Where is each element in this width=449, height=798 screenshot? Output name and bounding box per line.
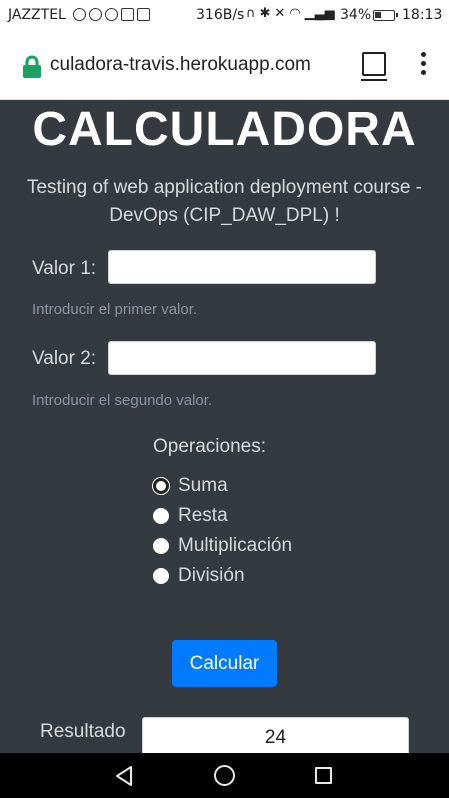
valor2-help: Introducir el segundo valor. [32, 392, 213, 409]
radio-suma[interactable]: Suma [153, 475, 228, 497]
wifi-icon: ◠ [289, 6, 301, 21]
battery-icon [373, 10, 398, 21]
radio-multiplicacion[interactable]: Multiplicación [153, 535, 292, 557]
radio-division[interactable]: División [153, 565, 245, 587]
system-icons: ∩ ✱ ✕ ◠ ▁▃▅ [246, 6, 335, 21]
valor1-help: Introducir el primer valor. [32, 301, 198, 318]
home-icon[interactable] [214, 765, 235, 786]
url-field[interactable]: culadora-travis.herokuapp.com [50, 54, 330, 76]
radio-label: Suma [178, 475, 228, 496]
page-title: CALCULADORA [32, 103, 417, 156]
radio-resta[interactable]: Resta [153, 505, 228, 527]
valor2-input[interactable] [108, 341, 376, 375]
gallery-icon [137, 8, 150, 21]
back-icon[interactable] [113, 765, 135, 787]
tabs-button[interactable] [361, 52, 387, 81]
battery-percentage: 34% [340, 7, 372, 23]
page-content: CALCULADORA Testing of web application d… [0, 100, 449, 753]
valor1-input[interactable] [108, 250, 376, 284]
result-field[interactable]: 24 [142, 717, 409, 753]
valor1-label: Valor 1: [32, 258, 97, 279]
radio-button[interactable] [153, 478, 169, 494]
facebook-icon [105, 8, 118, 21]
signal-icon: ▁▃▅ [304, 6, 335, 21]
menu-more-icon[interactable] [415, 52, 431, 80]
radio-button[interactable] [153, 508, 169, 524]
mute-icon: ✕ [274, 6, 286, 21]
notification-icons [73, 8, 150, 21]
headset-icon: ∩ [246, 6, 256, 21]
carrier-name: JAZZTEL [8, 7, 66, 23]
calcular-button[interactable]: Calcular [172, 640, 277, 687]
radio-label: Multiplicación [178, 535, 293, 556]
clock: 18:13 [402, 7, 443, 23]
fm-radio-icon [73, 8, 86, 21]
lock-icon[interactable] [22, 55, 42, 79]
radio-label: Resta [178, 505, 228, 526]
status-bar: JAZZTEL 316B/s ∩ ✱ ✕ ◠ ▁▃▅ 34% 18:13 [0, 0, 449, 32]
page-subtitle: Testing of web application deployment co… [26, 177, 422, 226]
radio-button[interactable] [153, 568, 169, 584]
radio-button[interactable] [153, 538, 169, 554]
result-label: Resultado [40, 721, 126, 742]
browser-address-bar: culadora-travis.herokuapp.com [0, 32, 449, 100]
mail-icon [121, 8, 134, 21]
recent-apps-icon[interactable] [315, 767, 332, 784]
android-nav-bar [0, 753, 449, 798]
valor2-label: Valor 2: [32, 348, 97, 369]
bluetooth-icon: ✱ [259, 6, 271, 21]
radio-label: División [178, 565, 245, 586]
network-speed: 316B/s [196, 7, 245, 23]
sync-icon [89, 8, 102, 21]
operations-label: Operaciones: [153, 436, 267, 457]
